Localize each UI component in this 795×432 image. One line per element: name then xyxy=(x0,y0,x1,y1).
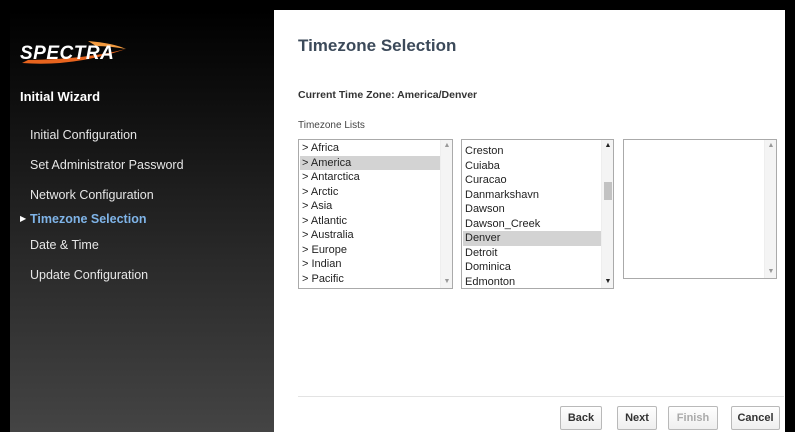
scroll-up-icon[interactable]: ▲ xyxy=(765,140,776,152)
active-arrow-icon: ▶ xyxy=(20,214,27,223)
list-item[interactable]: > Australia xyxy=(300,228,440,243)
list-item[interactable]: Cuiaba xyxy=(463,159,601,174)
main-panel: Timezone Selection Current Time Zone: Am… xyxy=(274,10,785,432)
list-item[interactable]: Denver xyxy=(463,231,601,246)
footer-divider xyxy=(298,396,784,397)
city-listbox[interactable]: Creston Cuiaba Curacao Danmarkshavn Dawson Da… xyxy=(461,139,614,289)
current-timezone: Current Time Zone: America/Denver xyxy=(298,89,478,101)
top-bar xyxy=(0,0,795,10)
page-title: Timezone Selection xyxy=(298,36,457,55)
region-scrollbar[interactable]: ▲ ▼ xyxy=(440,140,452,288)
list-item[interactable]: > America xyxy=(300,155,440,170)
list-item[interactable]: Danmarkshavn xyxy=(463,188,601,203)
subzone-listbox[interactable]: ▲ ▼ xyxy=(623,139,777,279)
city-scrollbar[interactable]: ▲ ▼ xyxy=(601,140,613,288)
list-item[interactable]: Creston xyxy=(463,144,601,159)
scroll-down-icon[interactable]: ▼ xyxy=(765,266,776,278)
scroll-up-icon[interactable]: ▲ xyxy=(602,140,613,152)
list-item[interactable]: > Pacific xyxy=(300,272,440,287)
list-item[interactable]: > Indian xyxy=(300,257,440,272)
cancel-button[interactable]: Cancel xyxy=(731,406,780,430)
nav-set-administrator-password[interactable]: Set Administrator Password xyxy=(30,158,184,172)
subzone-scrollbar[interactable]: ▲ ▼ xyxy=(764,140,776,278)
right-border xyxy=(785,10,795,432)
list-item[interactable]: > Europe xyxy=(300,243,440,258)
nav-network-configuration[interactable]: Network Configuration xyxy=(30,188,154,202)
list-item[interactable]: Detroit xyxy=(463,246,601,261)
nav-timezone-selection[interactable]: Timezone Selection xyxy=(30,212,146,226)
scroll-thumb[interactable] xyxy=(604,182,612,200)
list-item[interactable]: Curacao xyxy=(463,173,601,188)
logo-text: SPECTRA xyxy=(20,43,115,64)
list-item[interactable]: > Atlantic xyxy=(300,214,440,229)
scroll-down-icon[interactable]: ▼ xyxy=(441,276,452,288)
list-item[interactable]: Dawson xyxy=(463,202,601,217)
scroll-down-icon[interactable]: ▼ xyxy=(602,276,613,288)
left-border xyxy=(0,10,10,432)
spectra-logo: SPECTRA xyxy=(18,37,128,67)
nav-date-time[interactable]: Date & Time xyxy=(30,238,99,252)
city-items: Creston Cuiaba Curacao Danmarkshavn Dawson Da… xyxy=(463,144,601,289)
timezone-lists-label: Timezone Lists xyxy=(298,120,365,131)
region-items: > Africa > America > Antarctica > Arctic > A… xyxy=(300,141,440,286)
scroll-up-icon[interactable]: ▲ xyxy=(441,140,452,152)
back-button[interactable]: Back xyxy=(560,406,602,430)
list-item[interactable]: > Africa xyxy=(300,141,440,156)
list-item[interactable]: Dawson_Creek xyxy=(463,217,601,232)
list-item[interactable]: > Antarctica xyxy=(300,170,440,185)
next-button[interactable]: Next xyxy=(617,406,657,430)
list-item[interactable]: Edmonton xyxy=(463,275,601,289)
region-listbox[interactable]: > Africa > America > Antarctica > Arctic > A… xyxy=(298,139,453,289)
nav-update-configuration[interactable]: Update Configuration xyxy=(30,268,148,282)
sidebar: SPECTRA Initial Wizard Initial Configura… xyxy=(10,10,274,432)
list-item[interactable]: > Asia xyxy=(300,199,440,214)
wizard-title: Initial Wizard xyxy=(20,89,101,104)
finish-button[interactable]: Finish xyxy=(668,406,718,430)
nav-initial-configuration[interactable]: Initial Configuration xyxy=(30,128,137,142)
list-item[interactable]: > Arctic xyxy=(300,185,440,200)
list-item[interactable]: Dominica xyxy=(463,260,601,275)
